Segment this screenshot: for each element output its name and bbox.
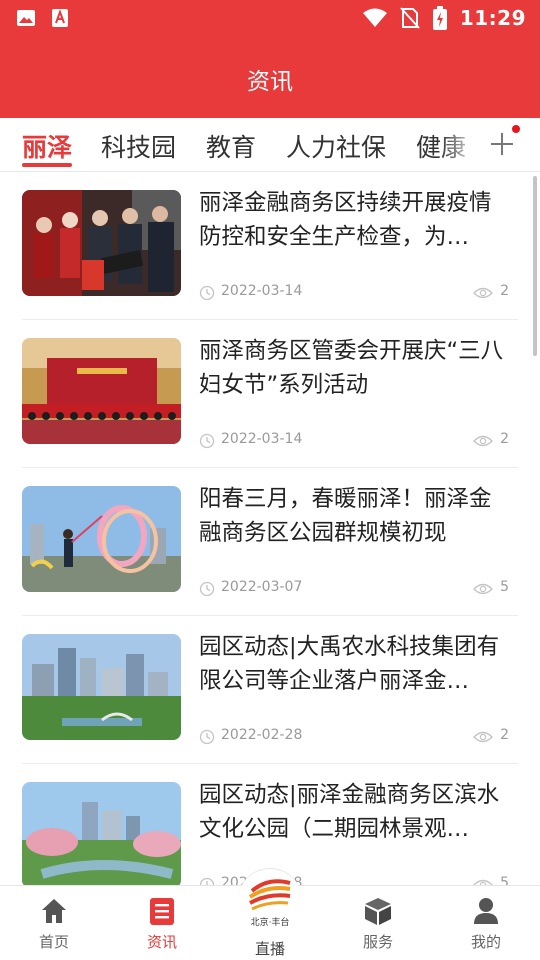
nav-mine-label: 我的 [470,933,501,951]
nav-live-label[interactable]: 直播 [216,938,324,959]
battery-icon [432,6,447,30]
nav-home-label: 首页 [38,933,69,951]
news-item[interactable]: 阳春三月，春暖丽泽！丽泽金融商务区公园群规模初现 2022-03-07 5 [22,468,518,616]
nav-news-label: 资讯 [146,933,177,951]
view-count: 2 [500,727,509,743]
bottom-navigation: 首页 资讯 北京·丰台 直播 服务 我的 [0,868,540,960]
view-count-icon [473,287,493,299]
tab-overflow-fade [440,118,480,170]
home-icon [42,899,66,923]
view-count-icon [473,879,493,885]
user-icon [474,898,498,924]
news-item[interactable]: 园区动态|丽泽金融商务区滨水文化公园（二期园林景观… 2022-02-28 5 [22,764,518,885]
news-meta: 2022-02-28 2 [199,726,509,750]
gallery-notification-icon [17,10,35,26]
nav-news[interactable]: 资讯 [108,886,216,960]
clock-icon [199,581,215,597]
box-icon [365,898,391,925]
live-logo-text: 北京·丰台 [251,916,290,928]
news-title[interactable]: 园区动态|丽泽金融商务区滨水文化公园（二期园林景观… [199,778,511,846]
news-title[interactable]: 阳春三月，春暖丽泽！丽泽金融商务区公园群规模初现 [199,482,511,550]
nav-service-label: 服务 [362,933,393,951]
nav-home[interactable]: 首页 [0,886,108,960]
news-list-icon [150,898,174,925]
nav-service[interactable]: 服务 [324,886,432,960]
app-bar: 资讯 [0,36,540,118]
app-notification-icon [52,9,68,27]
news-date: 2022-02-28 [221,727,303,743]
clock-icon [199,877,215,885]
view-count: 5 [500,875,509,885]
news-meta: 2022-03-14 2 [199,282,509,306]
tab-hr-social-security[interactable]: 人力社保 [286,128,386,164]
tab-science-park[interactable]: 科技园 [101,128,176,164]
nav-mine[interactable]: 我的 [432,886,540,960]
category-tabs: 丽泽 科技园 教育 人力社保 健康 [0,118,540,172]
news-date: 2022-03-14 [221,283,303,299]
clock-time: 11:29 [459,6,526,30]
clock-icon [199,729,215,745]
news-title[interactable]: 丽泽商务区管委会开展庆“三八妇女节”系列活动 [199,334,511,402]
view-count: 2 [500,431,509,447]
view-count: 5 [500,579,509,595]
wifi-icon [362,8,387,27]
news-thumbnail [22,782,181,885]
active-tab-indicator [22,163,72,167]
news-item[interactable]: 丽泽商务区管委会开展庆“三八妇女节”系列活动 2022-03-14 2 [22,320,518,468]
news-list[interactable]: 丽泽金融商务区持续开展疫情防控和安全生产检查，为… 2022-03-14 2 丽… [0,172,540,885]
view-count-icon [473,435,493,447]
news-thumbnail [22,190,181,296]
page-title: 资讯 [247,69,293,95]
view-count: 2 [500,283,509,299]
view-count-icon [473,583,493,595]
news-meta: 2022-03-07 5 [199,578,509,602]
news-meta: 2022-03-14 2 [199,430,509,454]
news-title[interactable]: 园区动态|大禹农水科技集团有限公司等企业落户丽泽金… [199,630,511,698]
new-channel-badge [512,125,520,133]
news-date: 2022-03-14 [221,431,303,447]
clock-icon [199,433,215,449]
news-item[interactable]: 丽泽金融商务区持续开展疫情防控和安全生产检查，为… 2022-03-14 2 [22,172,518,320]
tab-education[interactable]: 教育 [206,128,256,164]
live-button-bubble[interactable]: 北京·丰台 [238,868,302,932]
news-thumbnail [22,634,181,740]
news-date: 2022-03-07 [221,579,303,595]
news-item[interactable]: 园区动态|大禹农水科技集团有限公司等企业落户丽泽金… 2022-02-28 2 [22,616,518,764]
tab-lize[interactable]: 丽泽 [22,128,72,164]
news-thumbnail [22,338,181,444]
view-count-icon [473,731,493,743]
status-bar: 11:29 [0,0,540,36]
news-thumbnail [22,486,181,592]
list-scrollbar[interactable] [533,176,537,356]
no-sim-icon [400,7,420,29]
clock-icon [199,285,215,301]
fengtai-logo-icon: 北京·丰台 [248,879,291,928]
news-title[interactable]: 丽泽金融商务区持续开展疫情防控和安全生产检查，为… [199,186,511,254]
